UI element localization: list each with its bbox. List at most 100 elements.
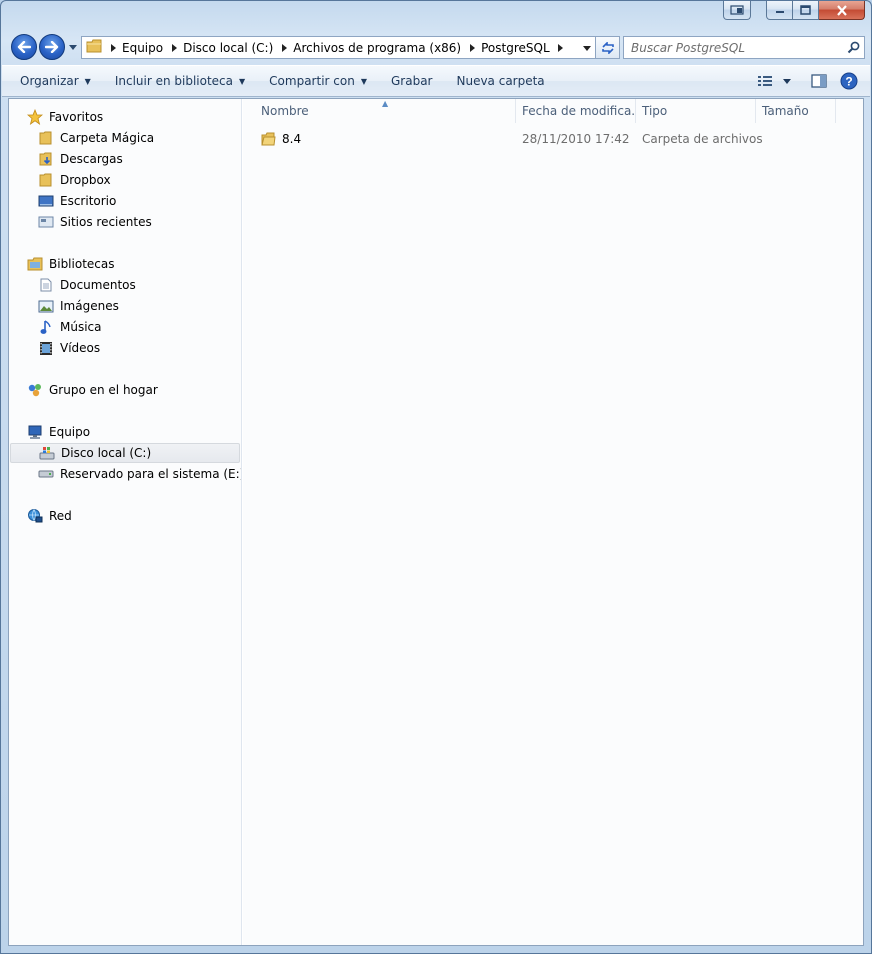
nav-network[interactable]: Red xyxy=(27,506,72,526)
chevron-down-icon xyxy=(783,78,791,84)
breadcrumb-separator[interactable] xyxy=(277,43,291,52)
drive-icon xyxy=(38,466,54,482)
column-header-label: Tamaño xyxy=(762,104,809,118)
maximize-button[interactable] xyxy=(793,1,819,20)
burn-button[interactable]: Grabar xyxy=(379,66,445,96)
nav-item-videos[interactable]: Vídeos xyxy=(38,338,100,358)
navigation-row: Equipo Disco local (C:) Archivos de prog… xyxy=(9,33,865,61)
homegroup-icon xyxy=(27,382,43,398)
folder-icon xyxy=(38,172,54,188)
share-with-button[interactable]: Compartir con ▼ xyxy=(257,66,379,96)
breadcrumb-program-files[interactable]: Archivos de programa (x86) xyxy=(291,41,465,55)
preview-pane-icon xyxy=(811,74,827,88)
close-button[interactable] xyxy=(819,1,865,20)
nav-libraries-label: Bibliotecas xyxy=(49,257,115,271)
window-extra-button[interactable] xyxy=(723,1,751,20)
folder-icon xyxy=(38,130,54,146)
folder-icon xyxy=(261,132,276,146)
search-box[interactable] xyxy=(623,36,865,59)
share-with-label: Compartir con xyxy=(269,74,355,88)
address-bar[interactable]: Equipo Disco local (C:) Archivos de prog… xyxy=(81,36,596,59)
breadcrumb-separator[interactable] xyxy=(554,43,568,52)
burn-label: Grabar xyxy=(390,74,433,88)
chevron-down-icon: ▼ xyxy=(84,76,91,86)
nav-item-label: Carpeta Mágica xyxy=(60,131,155,145)
forward-button[interactable] xyxy=(39,34,65,60)
video-icon xyxy=(38,340,54,356)
column-header-date[interactable]: Fecha de modifica... xyxy=(516,99,636,123)
breadcrumb-separator[interactable] xyxy=(167,43,181,52)
nav-homegroup[interactable]: Grupo en el hogar xyxy=(27,380,158,400)
close-icon xyxy=(836,4,847,16)
nav-network-label: Red xyxy=(49,509,72,523)
nav-item-local-disk-c[interactable]: Disco local (C:) xyxy=(10,443,240,463)
chevron-right-icon xyxy=(281,43,287,52)
nav-item-imagenes[interactable]: Imágenes xyxy=(38,296,119,316)
chevron-right-icon xyxy=(469,43,475,52)
address-history-dropdown[interactable] xyxy=(582,43,592,53)
network-icon xyxy=(27,508,43,524)
nav-computer[interactable]: Equipo xyxy=(27,422,90,442)
search-icon[interactable] xyxy=(842,41,864,54)
breadcrumb-separator[interactable] xyxy=(465,43,479,52)
organize-label: Organizar xyxy=(20,74,79,88)
nav-item-descargas[interactable]: Descargas xyxy=(38,149,123,169)
nav-item-sitios-recientes[interactable]: Sitios recientes xyxy=(38,212,152,232)
recent-pages-dropdown[interactable] xyxy=(67,42,79,52)
file-size-cell xyxy=(756,128,836,150)
pictures-icon xyxy=(38,298,54,314)
breadcrumb-separator[interactable] xyxy=(106,43,120,52)
breadcrumb-local-disk[interactable]: Disco local (C:) xyxy=(181,41,277,55)
nav-item-musica[interactable]: Música xyxy=(38,317,102,337)
new-folder-button[interactable]: Nueva carpeta xyxy=(444,66,556,96)
back-button[interactable] xyxy=(11,34,37,60)
preview-pane-button[interactable] xyxy=(804,69,834,93)
nav-favorites[interactable]: Favoritos xyxy=(27,107,103,127)
include-library-button[interactable]: Incluir en biblioteca ▼ xyxy=(103,66,257,96)
nav-item-documentos[interactable]: Documentos xyxy=(38,275,136,295)
folder-icon xyxy=(86,39,102,56)
include-library-label: Incluir en biblioteca xyxy=(114,74,234,88)
chevron-down-icon: ▼ xyxy=(360,76,367,86)
file-row[interactable]: 8.4 28/11/2010 17:42 Carpeta de archivos xyxy=(243,128,863,150)
nav-item-dropbox[interactable]: Dropbox xyxy=(38,170,111,190)
breadcrumb-postgresql[interactable]: PostgreSQL xyxy=(479,41,554,55)
help-icon: ? xyxy=(840,72,858,90)
minimize-button[interactable] xyxy=(766,1,793,20)
arrow-right-icon xyxy=(45,41,59,53)
refresh-icon xyxy=(601,41,614,54)
new-folder-label: Nueva carpeta xyxy=(456,74,545,88)
nav-item-label: Vídeos xyxy=(60,341,101,355)
help-button[interactable]: ? xyxy=(834,69,864,93)
file-name-cell[interactable]: 8.4 xyxy=(255,128,516,150)
nav-item-reserved-drive-e[interactable]: Reservado para el sistema (E:) xyxy=(38,464,241,484)
computer-icon xyxy=(27,424,43,440)
nav-item-escritorio[interactable]: Escritorio xyxy=(38,191,116,211)
nav-item-label: Sitios recientes xyxy=(60,215,152,229)
downloads-folder-icon xyxy=(38,151,54,167)
nav-libraries[interactable]: Bibliotecas xyxy=(27,254,114,274)
file-type-cell: Carpeta de archivos xyxy=(642,132,763,146)
column-header-type[interactable]: Tipo xyxy=(636,99,756,123)
column-header-name[interactable]: Nombre xyxy=(255,99,516,123)
nav-item-carpeta-magica[interactable]: Carpeta Mágica xyxy=(38,128,154,148)
view-options-dropdown[interactable] xyxy=(780,69,794,93)
column-header-size[interactable]: Tamaño xyxy=(756,99,836,123)
chevron-right-icon xyxy=(110,43,116,52)
refresh-button[interactable] xyxy=(596,36,620,59)
search-input[interactable] xyxy=(631,40,842,55)
file-name: 8.4 xyxy=(282,132,302,146)
change-view-button[interactable] xyxy=(750,69,780,93)
recent-places-icon xyxy=(38,214,54,230)
column-header-row: ▲ Nombre Fecha de modifica... Tipo Tamañ… xyxy=(243,99,863,123)
chevron-down-icon xyxy=(583,45,591,51)
view-controls: ? xyxy=(750,66,870,96)
breadcrumb-equipo[interactable]: Equipo xyxy=(120,41,167,55)
music-icon xyxy=(38,319,54,335)
navigation-pane: Favoritos Carpeta Mágica Descargas Dropb… xyxy=(9,99,242,945)
nav-item-label: Dropbox xyxy=(60,173,111,187)
organize-button[interactable]: Organizar ▼ xyxy=(2,66,103,96)
svg-text:?: ? xyxy=(845,75,852,89)
nav-item-label: Música xyxy=(60,320,102,334)
nav-item-label: Disco local (C:) xyxy=(61,446,152,460)
